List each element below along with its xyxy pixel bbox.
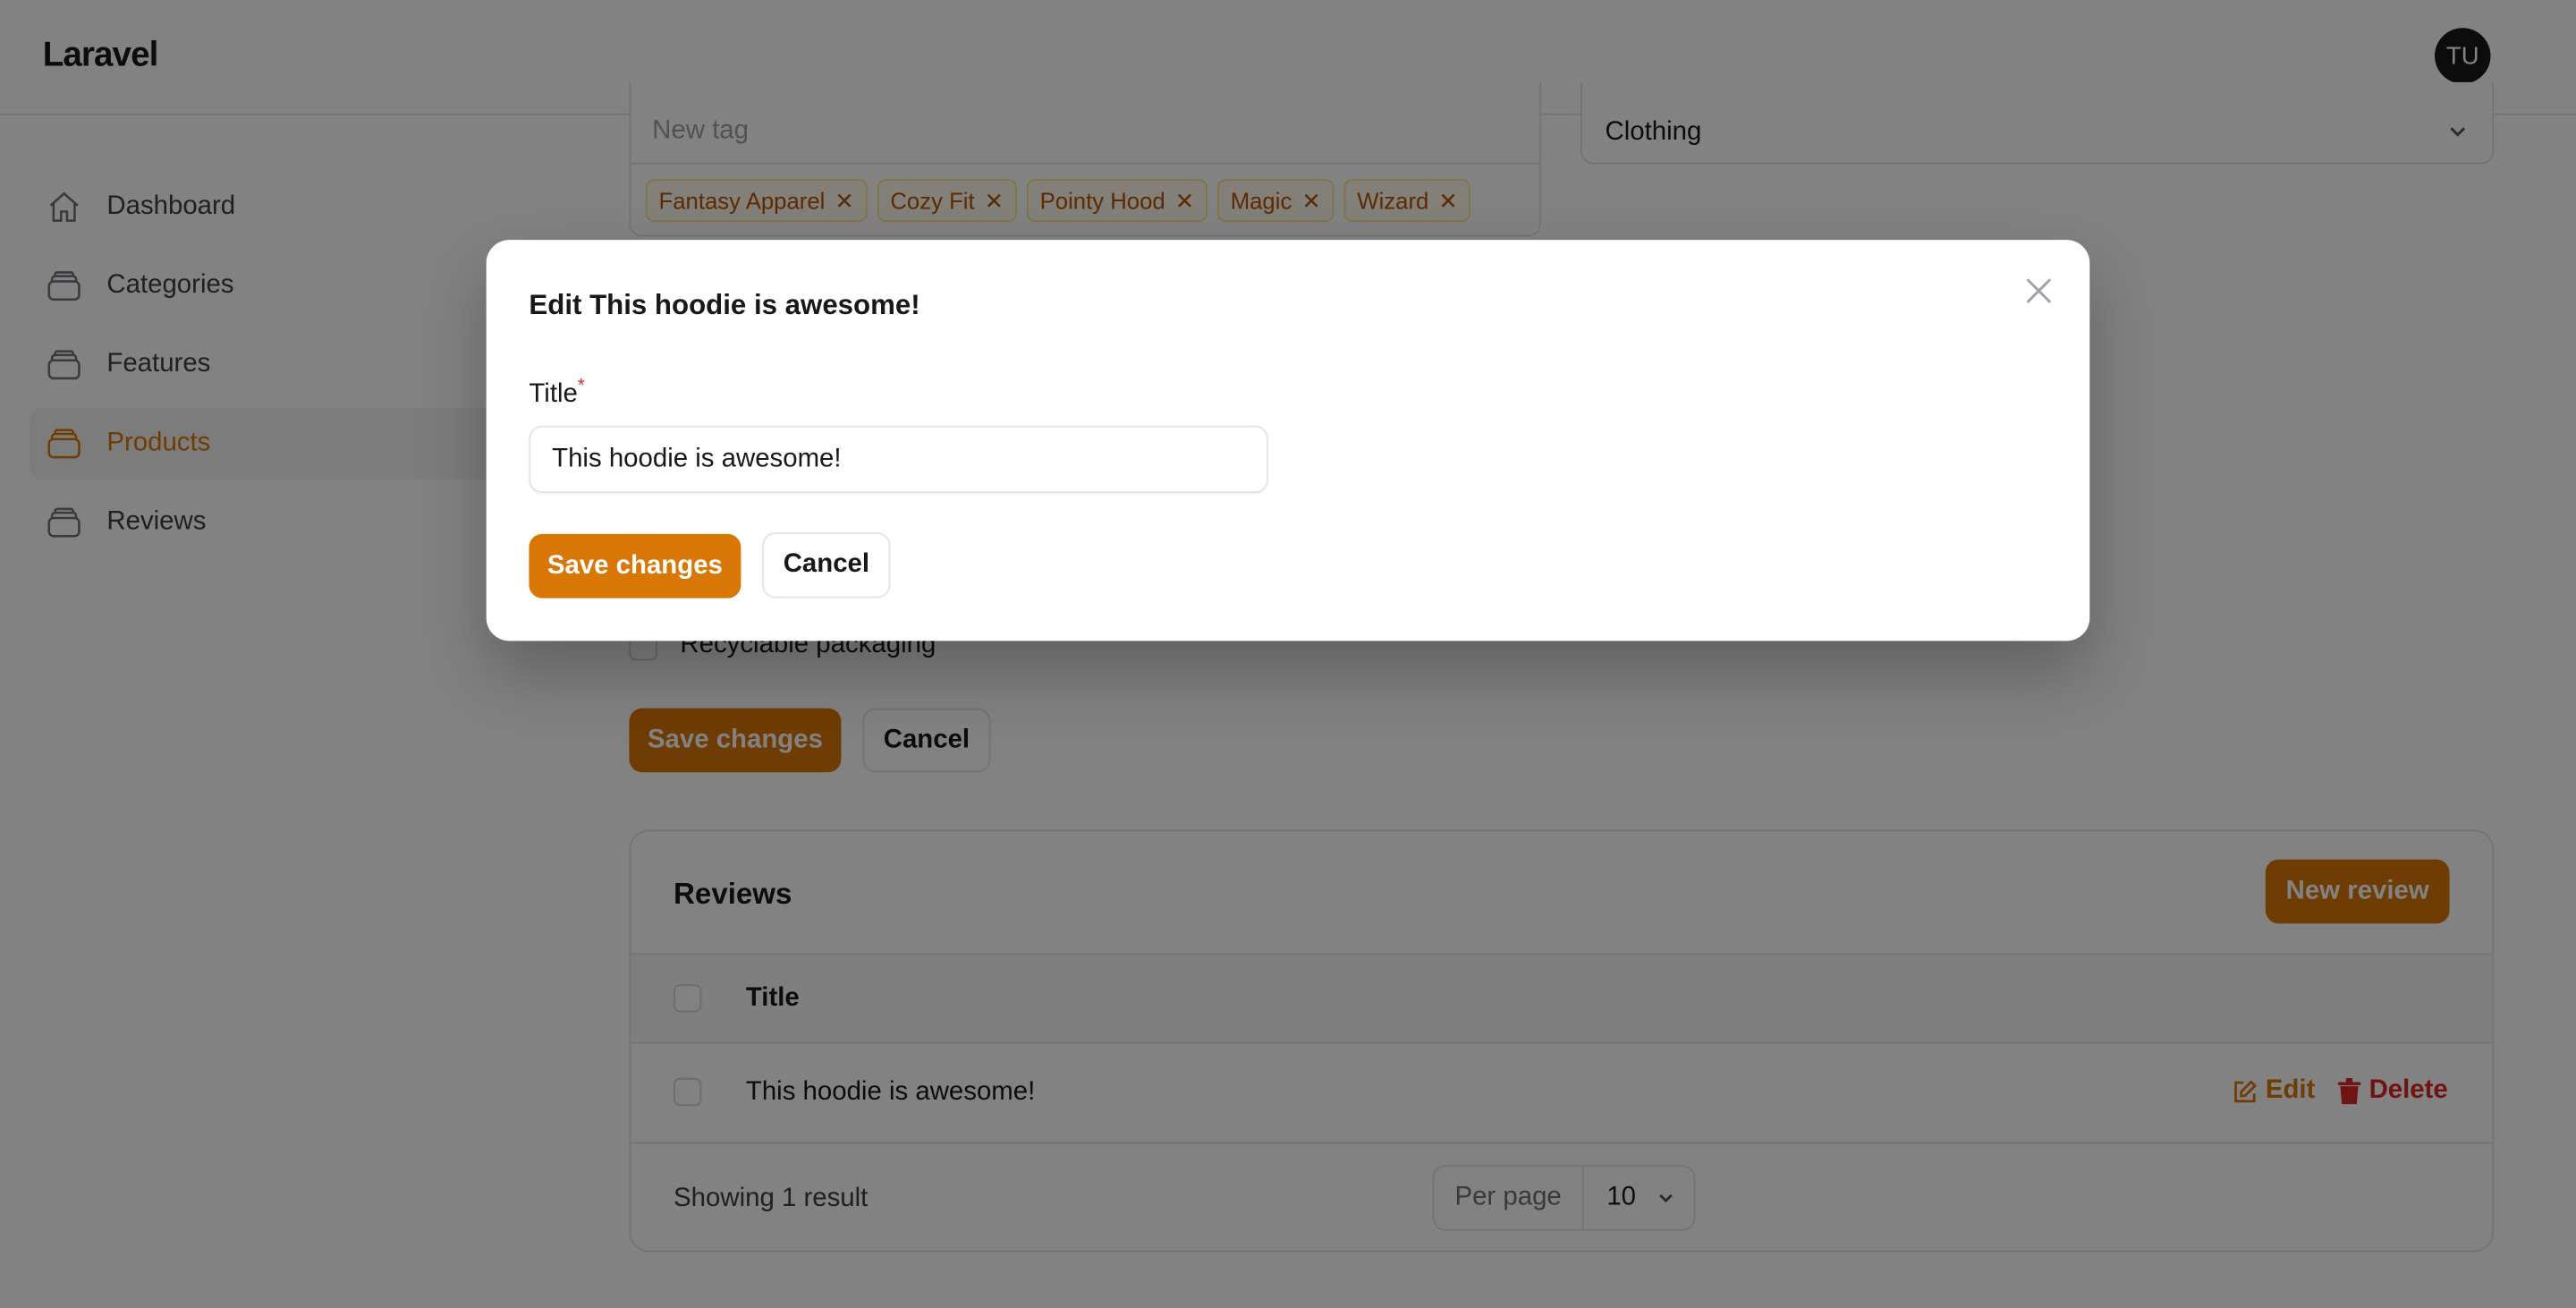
modal-title: Edit This hoodie is awesome! (529, 289, 920, 321)
edit-review-modal: Edit This hoodie is awesome! Title* This… (486, 240, 2090, 641)
title-field-label: Title* (529, 377, 584, 410)
close-icon[interactable] (2024, 276, 2054, 306)
title-input-value: This hoodie is awesome! (552, 445, 842, 473)
title-input[interactable]: This hoodie is awesome! (529, 425, 1268, 494)
label-text: Title (529, 379, 578, 409)
modal-cancel-button[interactable]: Cancel (762, 532, 891, 599)
modal-backdrop[interactable] (0, 0, 2576, 1308)
modal-save-button[interactable]: Save changes (529, 533, 741, 599)
required-mark: * (577, 376, 585, 396)
